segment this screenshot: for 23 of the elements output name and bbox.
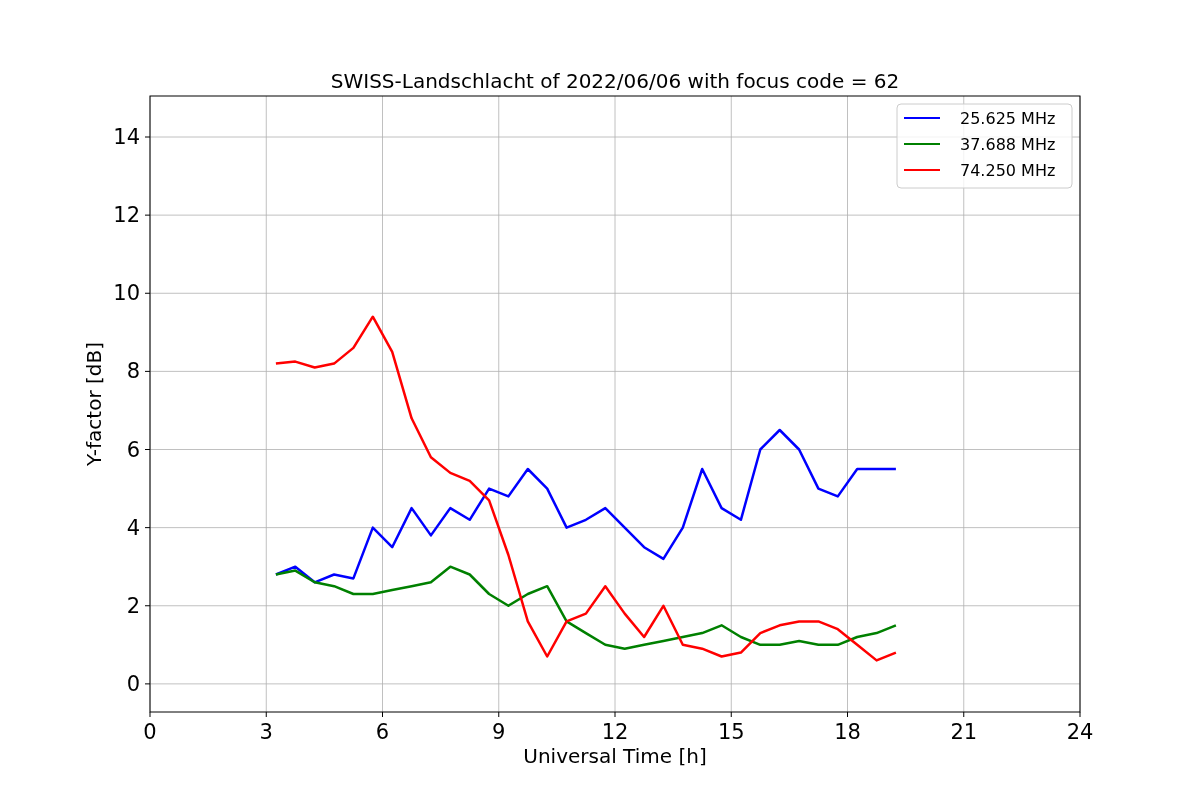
x-tick-label: 6 <box>375 720 390 744</box>
y-tick-label: 10 <box>113 281 140 306</box>
y-tick-label: 12 <box>113 203 140 228</box>
x-axis-label: Universal Time [h] <box>523 744 707 768</box>
chart-title: SWISS-Landschlacht of 2022/06/06 with focus code = 62 <box>330 69 900 93</box>
y-tick-label: 2 <box>126 593 140 618</box>
y-tick-label: 8 <box>126 359 140 384</box>
y-tick-label: 0 <box>126 671 140 696</box>
y-tick-label: 6 <box>126 437 140 462</box>
x-tick-label: 3 <box>259 720 273 744</box>
x-tick-label: 24 <box>1066 720 1094 744</box>
x-tick-label: 21 <box>950 720 978 744</box>
y-axis-label: Y-factor [dB] <box>82 342 106 466</box>
legend-label: 74.250 MHz <box>960 161 1056 180</box>
x-tick-label: 12 <box>601 720 629 744</box>
x-tick-label: 18 <box>834 720 861 744</box>
x-tick-label: 9 <box>492 720 506 744</box>
y-tick-label: 14 <box>113 125 140 149</box>
x-tick-label: 0 <box>143 720 157 744</box>
y-tick-label: 4 <box>126 515 140 540</box>
legend-label: 37.688 MHz <box>960 135 1056 154</box>
legend-label: 25.625 MHz <box>960 109 1056 128</box>
x-tick-label: 15 <box>717 720 745 744</box>
